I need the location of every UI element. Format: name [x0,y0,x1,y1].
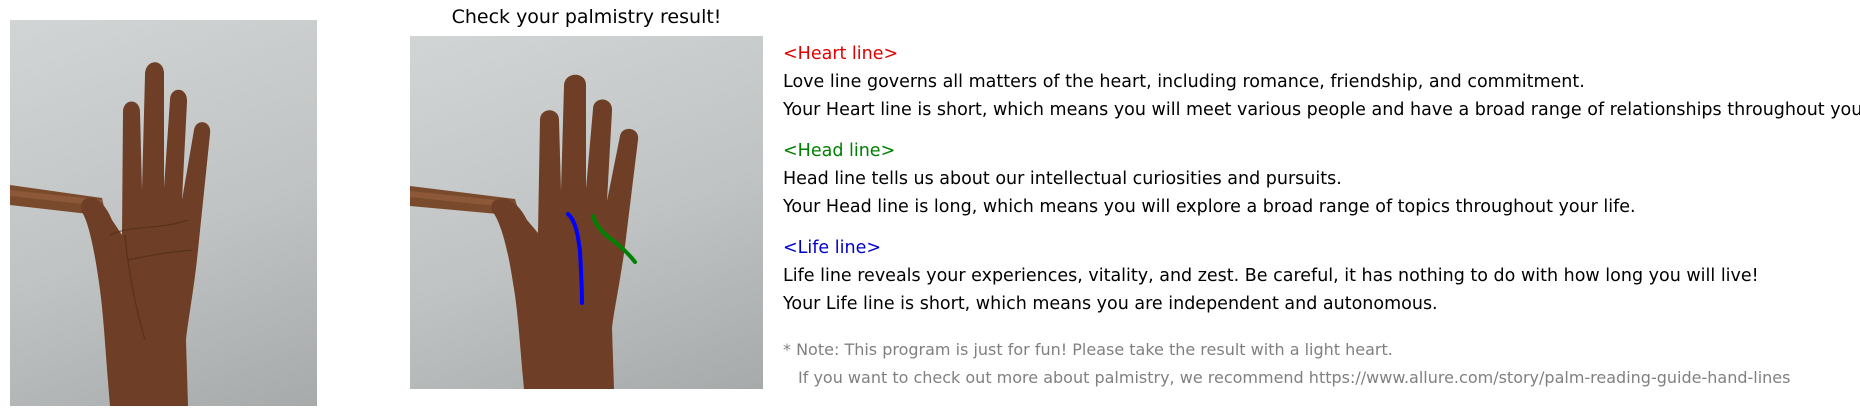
result-title: Check your palmistry result! [451,6,722,28]
head-line-header: <Head line> [783,141,896,161]
annotated-hand-illustration [410,74,639,389]
hand-illustration [10,62,211,406]
heart-line-result: Your Heart line is short, which means yo… [783,100,1860,120]
life-line-result: Your Life line is short, which means you… [783,294,1438,314]
result-panel: <Heart line> Love line governs all matte… [783,40,1860,318]
disclaimer-note: * Note: This program is just for fun! Pl… [783,336,1853,392]
life-line-header: <Life line> [783,238,882,258]
heart-line-header: <Heart line> [783,44,899,64]
original-hand-image [10,20,317,406]
note-line-1: * Note: This program is just for fun! Pl… [783,340,1393,359]
heart-line-description: Love line governs all matters of the hea… [783,72,1585,92]
note-line-2: If you want to check out more about palm… [798,368,1791,387]
head-line-result: Your Head line is long, which means you … [783,197,1636,217]
result-hand-image [410,36,763,389]
life-line-description: Life line reveals your experiences, vita… [783,266,1759,286]
head-line-description: Head line tells us about our intellectua… [783,169,1342,189]
